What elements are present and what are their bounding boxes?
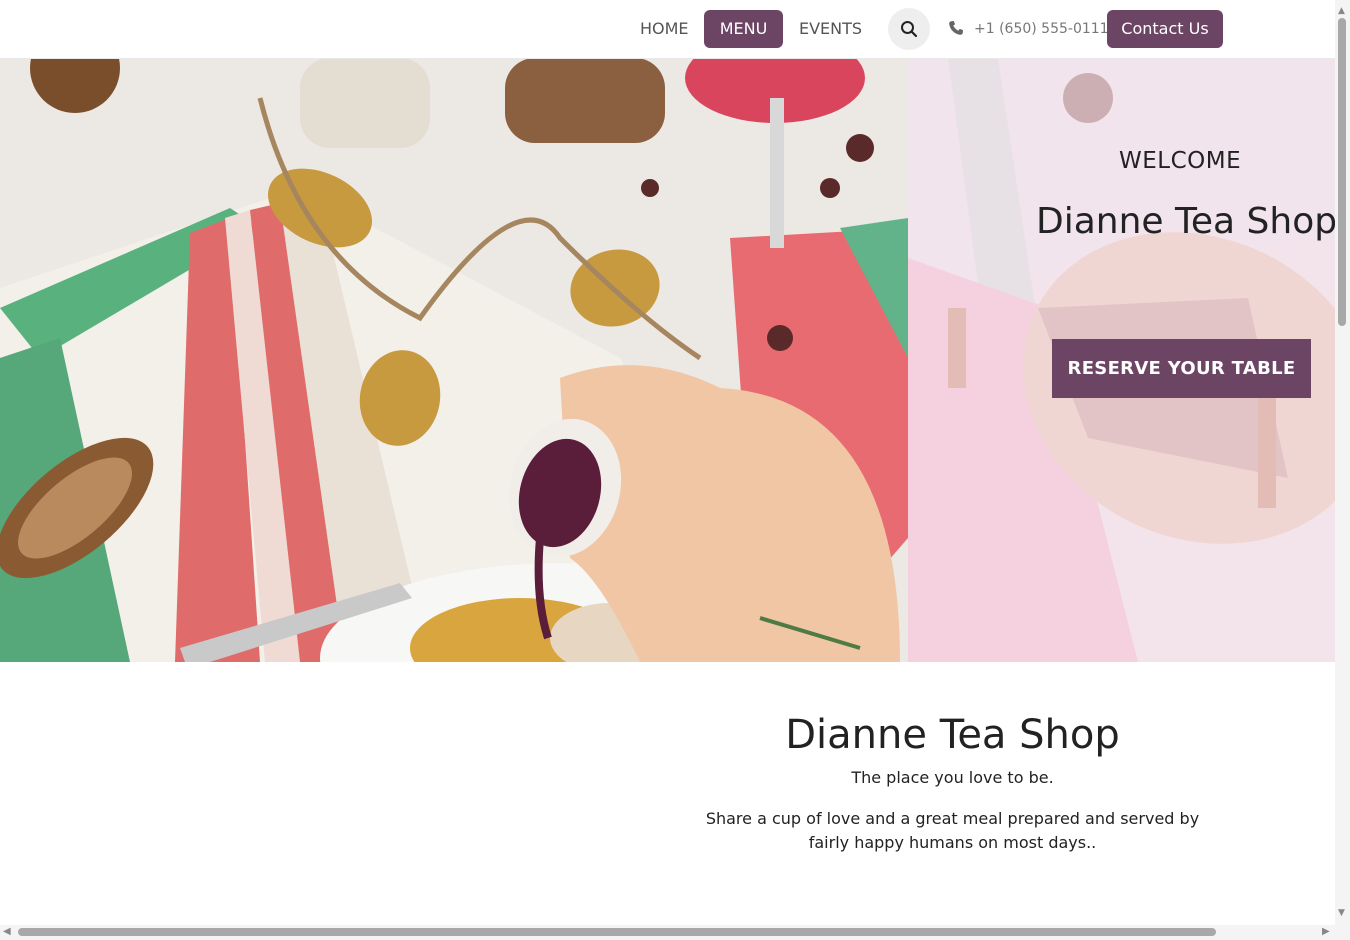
phone-number[interactable]: +1 (650) 555-0111	[974, 19, 1109, 39]
about-tagline: The place you love to be.	[851, 768, 1054, 787]
horizontal-scrollbar-thumb[interactable]	[18, 928, 1216, 936]
nav-menu-link[interactable]: MENU	[704, 10, 783, 48]
search-icon	[901, 21, 918, 38]
about-description: Share a cup of love and a great meal pre…	[705, 809, 1200, 852]
scroll-right-arrow-icon[interactable]: ▶	[1322, 926, 1330, 937]
nav-home-link[interactable]: HOME	[625, 10, 704, 48]
site-header: HOME MENU EVENTS +1 (650) 555-0111 Conta…	[0, 0, 1335, 59]
vertical-scrollbar-thumb[interactable]	[1338, 18, 1346, 326]
scroll-down-arrow-icon[interactable]: ▼	[1338, 908, 1345, 918]
hero-welcome-text: WELCOME	[1119, 148, 1242, 174]
nav-events-link[interactable]: EVENTS	[784, 10, 877, 48]
phone-icon	[949, 21, 963, 35]
reserve-table-button[interactable]: RESERVE YOUR TABLE	[1052, 339, 1311, 398]
scroll-up-arrow-icon[interactable]: ▲	[1338, 6, 1345, 16]
scrollbar-corner	[1335, 925, 1350, 940]
hero-title: Dianne Tea Shop	[1036, 201, 1338, 242]
search-button[interactable]	[888, 8, 930, 50]
contact-us-button[interactable]: Contact Us	[1107, 10, 1223, 48]
scroll-left-arrow-icon[interactable]: ◀	[3, 926, 11, 937]
about-title: Dianne Tea Shop	[785, 712, 1120, 758]
hero-photo	[0, 58, 908, 662]
